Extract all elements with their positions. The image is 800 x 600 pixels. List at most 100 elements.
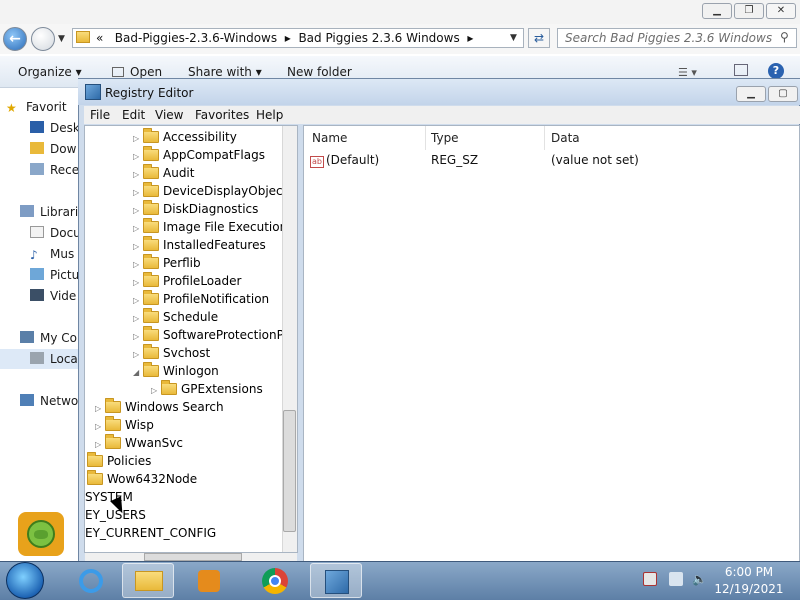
tree-node-label: Wow6432Node (107, 472, 198, 486)
tree-node[interactable]: ▷ Windows Search (95, 398, 224, 416)
tree-node[interactable]: EY_CURRENT_CONFIG (85, 524, 216, 542)
tree-node[interactable]: ◢ Winlogon (133, 362, 219, 380)
breadcrumb-separator-icon[interactable]: ▸ (281, 31, 295, 45)
bad-piggies-app-icon[interactable] (18, 512, 64, 556)
folder-icon (143, 326, 159, 341)
menu-file[interactable]: File (90, 108, 110, 122)
registry-tree[interactable]: ▷ Accessibility ▷ AppCompatFlags ▷ Audit ▷ Devi… (84, 125, 298, 553)
folder-icon (143, 254, 159, 269)
open-label: Open (130, 65, 163, 79)
taskbar-file-explorer[interactable] (122, 563, 174, 598)
back-button[interactable]: ← (3, 27, 27, 51)
taskbar-chrome[interactable] (248, 563, 300, 598)
downloads-icon (30, 142, 44, 154)
menu-edit[interactable]: Edit (122, 108, 145, 122)
tree-hscroll-thumb[interactable] (144, 553, 242, 561)
nav-item-videos[interactable]: Vide (30, 289, 76, 303)
nav-item-local-disk[interactable]: Loca (30, 352, 78, 366)
menu-view[interactable]: View (155, 108, 183, 122)
volume-icon[interactable]: 🔈 (692, 572, 707, 586)
address-path[interactable]: « Bad-Piggies-2.3.6-Windows ▸ Bad Piggie… (96, 31, 473, 45)
forward-button[interactable] (31, 27, 55, 51)
help-icon[interactable]: ? (768, 63, 784, 79)
folder-icon (161, 380, 177, 395)
tree-node[interactable]: ▷ DiskDiagnostics (133, 200, 258, 218)
tree-node[interactable]: ▷ GPExtensions (151, 380, 263, 398)
refresh-button[interactable]: ⇄ (528, 28, 550, 48)
recent-pages-dropdown[interactable]: ▼ (58, 34, 65, 44)
tree-node[interactable]: ▷ ProfileNotification (133, 290, 269, 308)
nav-item-computer[interactable]: My Co (20, 331, 77, 345)
tree-node[interactable]: ▷ Accessibility (133, 128, 237, 146)
tree-node[interactable]: SYSTEM (85, 488, 133, 506)
nav-item-network[interactable]: Netwo (20, 394, 78, 408)
nav-item-recent[interactable]: Rece (30, 163, 79, 177)
breadcrumb-item[interactable]: Bad-Piggies-2.3.6-Windows (115, 31, 277, 45)
start-button[interactable] (6, 562, 44, 599)
open-button[interactable]: Open (112, 65, 162, 79)
address-dropdown-icon[interactable]: ▼ (510, 33, 517, 43)
nav-item-downloads[interactable]: Dow (30, 142, 76, 156)
tree-node-label: Winlogon (163, 364, 219, 378)
tree-node[interactable]: ▷ WwanSvc (95, 434, 183, 452)
column-type[interactable]: Type (423, 126, 545, 150)
documents-icon (30, 226, 44, 238)
clock-time[interactable]: 6:00 PM (713, 565, 785, 579)
clock-date[interactable]: 12/19/2021 (713, 582, 785, 596)
breadcrumb-separator-icon[interactable]: ▸ (464, 31, 473, 45)
tree-node[interactable]: ▷ AppCompatFlags (133, 146, 265, 164)
value-row-name[interactable]: ab (Default) (310, 153, 379, 168)
tree-node[interactable]: ▷ Image File Execution C (133, 218, 297, 236)
minimize-button[interactable]: ▁ (702, 3, 732, 19)
nav-item-music[interactable]: ♪ Mus (30, 247, 75, 262)
tree-node-label: SYSTEM (85, 490, 133, 504)
folder-icon (143, 146, 159, 161)
breadcrumb-item[interactable]: Bad Piggies 2.3.6 Windows (298, 31, 459, 45)
nav-item-pictures[interactable]: Pictu (30, 268, 79, 282)
nav-label: Dow (50, 142, 77, 156)
tree-node-label: AppCompatFlags (163, 148, 265, 162)
regedit-icon (85, 84, 101, 100)
preview-pane-icon[interactable] (734, 64, 748, 76)
nav-label: My Co (40, 331, 77, 345)
organize-button[interactable]: Organize ▾ (18, 65, 82, 79)
search-icon[interactable]: ⚲ (780, 30, 789, 44)
menu-help[interactable]: Help (256, 108, 283, 122)
tree-node[interactable]: ▷ InstalledFeatures (133, 236, 266, 254)
nav-item-desktop[interactable]: Desk (30, 121, 80, 135)
nav-item-favorites[interactable]: ★ Favorit (6, 100, 67, 115)
tree-node[interactable]: ▷ SoftwareProtectionPla (133, 326, 295, 344)
folder-icon (143, 182, 159, 197)
new-folder-button[interactable]: New folder (287, 65, 352, 79)
maximize-button[interactable]: ❐ (734, 3, 764, 19)
tree-node[interactable]: ▷ Wisp (95, 416, 154, 434)
share-with-button[interactable]: Share with ▾ (188, 65, 262, 79)
address-overflow[interactable]: « (96, 31, 103, 45)
tree-node[interactable]: ▷ Svchost (133, 344, 210, 362)
network-tray-icon[interactable] (669, 572, 683, 586)
taskbar-regedit[interactable] (310, 563, 362, 598)
column-data[interactable]: Data (543, 126, 799, 150)
tree-node[interactable]: ▷ Audit (133, 164, 194, 182)
tree-node[interactable]: ▷ ProfileLoader (133, 272, 241, 290)
taskbar-internet-explorer[interactable] (64, 563, 116, 598)
tree-scroll-thumb[interactable] (283, 410, 296, 532)
values-list[interactable] (303, 125, 800, 562)
tree-node-label: Policies (107, 454, 152, 468)
regedit-minimize-button[interactable]: ▁ (736, 86, 766, 102)
menu-favorites[interactable]: Favorites (195, 108, 249, 122)
regedit-maximize-button[interactable]: ▢ (768, 86, 798, 102)
tree-node[interactable]: Policies (87, 452, 151, 470)
tree-node[interactable]: Wow6432Node (87, 470, 197, 488)
tree-node[interactable]: ▷ DeviceDisplayObjects (133, 182, 294, 200)
nav-item-documents[interactable]: Docu (30, 226, 81, 240)
taskbar-media-player[interactable] (182, 563, 234, 598)
action-center-icon[interactable] (643, 572, 657, 586)
nav-label: Mus (50, 247, 75, 261)
nav-item-libraries[interactable]: Librari (20, 205, 78, 219)
close-button[interactable]: ✕ (766, 3, 796, 19)
collapse-arrow-icon[interactable]: ◢ (133, 364, 143, 382)
column-name[interactable]: Name (304, 126, 426, 150)
tree-node[interactable]: ▷ Schedule (133, 308, 218, 326)
tree-node[interactable]: ▷ Perflib (133, 254, 201, 272)
